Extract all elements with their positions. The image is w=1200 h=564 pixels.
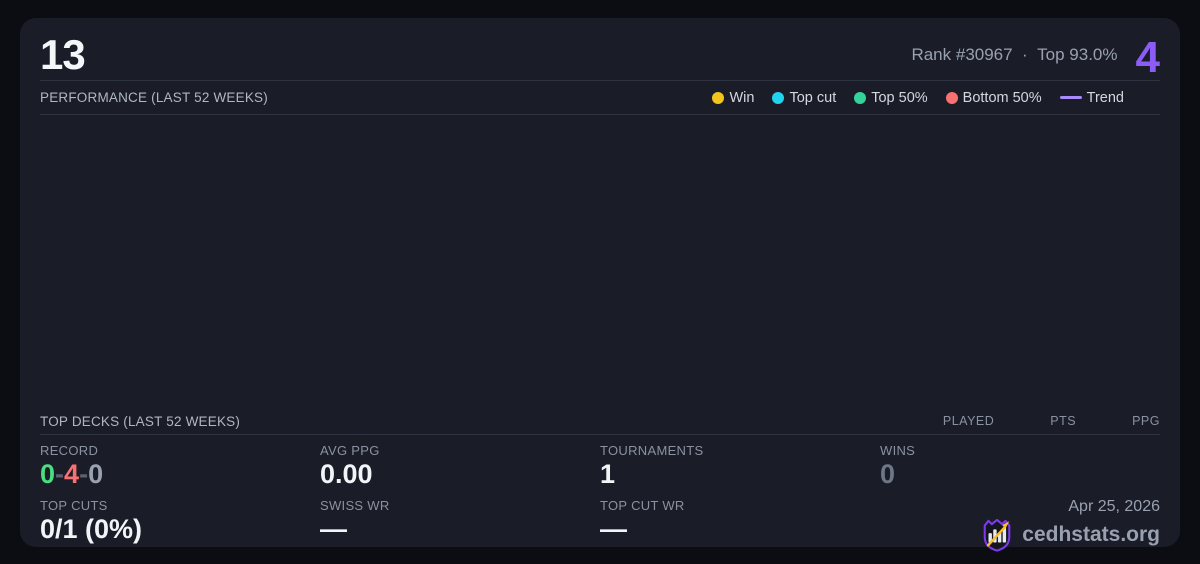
chart-legend: Win Top cut Top 50% Bottom 50% Trend xyxy=(712,90,1160,106)
bottom-50-dot-icon xyxy=(945,91,958,104)
tournaments-value: 1 xyxy=(600,459,616,489)
stats-grid: RECORD 0-4-0 AVG PPG 0.00 TOURNAMENTS 1 … xyxy=(40,435,1160,553)
section-title-top-decks: TOP DECKS (LAST 52 WEEKS) xyxy=(40,413,241,429)
legend-label: Top cut xyxy=(789,89,837,106)
stat-label: AVG PPG xyxy=(320,443,380,458)
legend-label: Top 50% xyxy=(871,89,928,106)
top-cut-wr-value: — xyxy=(600,514,627,544)
stat-label: TOP CUTS xyxy=(40,498,108,513)
stat-label: TOP CUT WR xyxy=(600,498,685,513)
column-header-ppg: PPG xyxy=(1132,414,1160,428)
stat-swiss-wr: SWISS WR — xyxy=(320,498,600,550)
avg-ppg-value: 0.00 xyxy=(320,459,373,489)
record-value: 0-4-0 xyxy=(40,458,320,492)
rank-number: Rank #30967 xyxy=(911,45,1013,64)
legend-label: Win xyxy=(729,89,755,106)
legend-label: Bottom 50% xyxy=(962,89,1042,106)
cedhstats-logo-icon xyxy=(980,517,1014,553)
branding-block: Apr 25, 2026 cedhstats.org xyxy=(880,498,1160,553)
performance-header-row: PERFORMANCE (LAST 52 WEEKS) Win Top cut … xyxy=(40,81,1160,115)
legend-item-bottom-50[interactable]: Bottom 50% xyxy=(945,89,1042,106)
section-title-performance: PERFORMANCE (LAST 52 WEEKS) xyxy=(40,90,268,105)
stat-label: SWISS WR xyxy=(320,498,390,513)
rank-separator: · xyxy=(1022,45,1028,64)
stat-record: RECORD 0-4-0 xyxy=(40,443,320,495)
rank-text: Rank #30967 · Top 93.0% xyxy=(911,45,1117,65)
header-rank-group: Rank #30967 · Top 93.0% 4 xyxy=(911,33,1160,83)
top-percent-text: Top 93.0% xyxy=(1037,45,1118,64)
stat-tournaments: TOURNAMENTS 1 xyxy=(600,443,880,495)
top-decks-column-headers: PLAYED PTS PPG xyxy=(943,414,1160,428)
date-text: Apr 25, 2026 xyxy=(1068,498,1160,515)
top-decks-header-row: TOP DECKS (LAST 52 WEEKS) PLAYED PTS PPG xyxy=(40,408,1160,435)
top-50-dot-icon xyxy=(854,91,867,104)
trend-line-icon xyxy=(1059,96,1082,99)
card-header: 13 Rank #30967 · Top 93.0% 4 xyxy=(40,18,1160,81)
column-header-pts: PTS xyxy=(1050,414,1077,428)
top-cuts-value: 0/1 (0%) xyxy=(40,514,143,544)
performance-chart-area xyxy=(40,115,1160,408)
record-separator: - xyxy=(79,459,89,489)
brand-name: cedhstats.org xyxy=(1022,523,1160,546)
record-separator: - xyxy=(55,459,65,489)
top-cut-dot-icon xyxy=(772,91,785,104)
swiss-wr-value: — xyxy=(320,514,347,544)
stat-top-cut-wr: TOP CUT WR — xyxy=(600,498,880,550)
record-wins: 0 xyxy=(40,459,56,489)
record-losses: 4 xyxy=(64,459,80,489)
record-draws: 0 xyxy=(88,459,104,489)
stat-label: TOURNAMENTS xyxy=(600,443,704,458)
legend-label: Trend xyxy=(1086,89,1124,106)
legend-item-top-cut[interactable]: Top cut xyxy=(772,90,836,106)
page-title: 13 xyxy=(40,31,86,78)
stat-label: RECORD xyxy=(40,443,99,458)
legend-item-trend[interactable]: Trend xyxy=(1059,89,1124,106)
column-header-played: PLAYED xyxy=(942,414,995,428)
stats-card: 13 Rank #30967 · Top 93.0% 4 PERFORMANCE… xyxy=(20,18,1180,553)
stat-top-cuts: TOP CUTS 0/1 (0%) xyxy=(40,498,320,550)
legend-item-top-50[interactable]: Top 50% xyxy=(854,89,928,106)
win-dot-icon xyxy=(712,91,725,104)
wins-value: 0 xyxy=(880,459,896,489)
stat-wins: WINS 0 xyxy=(880,443,1160,495)
color-count-badge: 4 xyxy=(1135,33,1160,83)
brand-row: cedhstats.org xyxy=(980,517,1160,553)
stat-label: WINS xyxy=(880,443,916,458)
legend-item-win[interactable]: Win xyxy=(712,90,754,106)
stat-avg-ppg: AVG PPG 0.00 xyxy=(320,443,600,495)
